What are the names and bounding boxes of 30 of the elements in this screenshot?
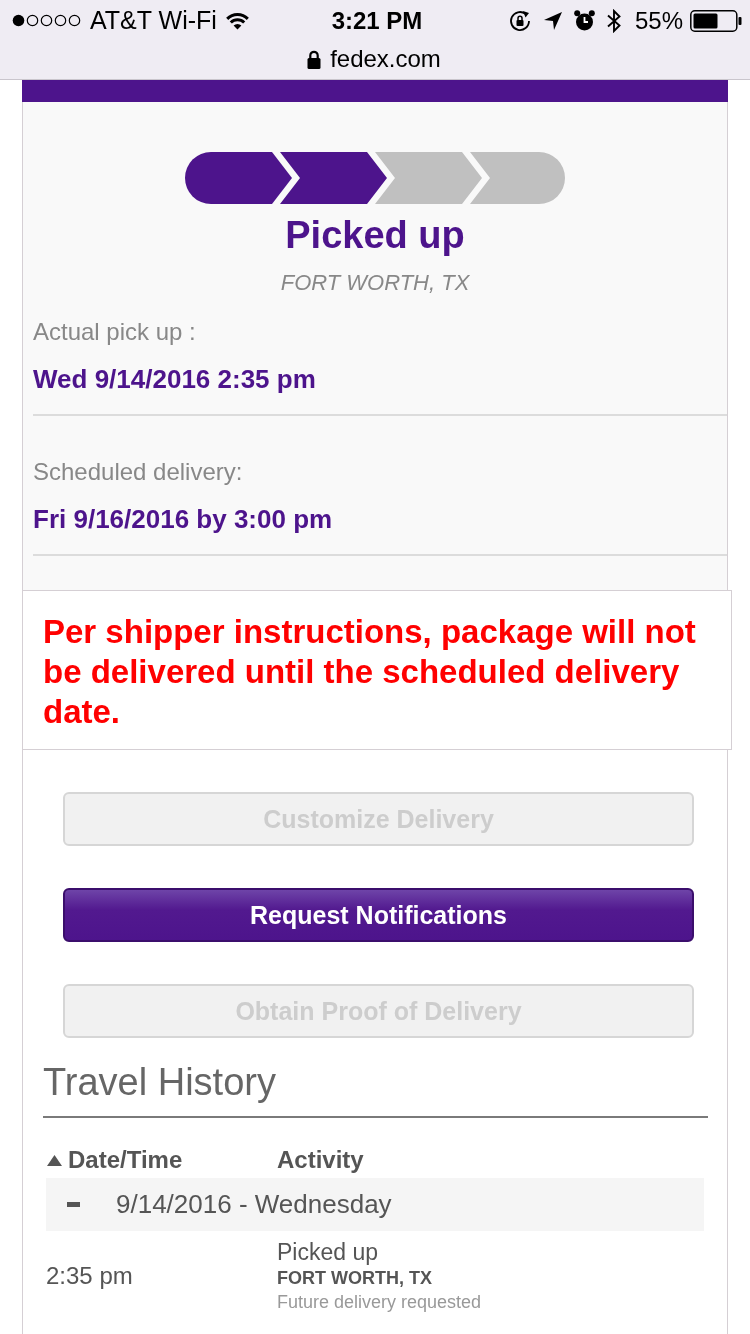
wifi-icon: [224, 11, 250, 30]
action-button[interactable]: Request Notifications: [63, 888, 694, 942]
date-label: Actual pick up :: [33, 318, 197, 346]
event-location: FORT WORTH, TX: [277, 1267, 432, 1289]
date-value: Fri 9/16/2016 by 3:00 pm: [33, 504, 334, 534]
date-value: Wed 9/14/2016 2:35 pm: [33, 364, 317, 394]
section-title: Travel History: [43, 1061, 708, 1118]
date-group-row[interactable]: 9/14/2016 - Wednesday: [46, 1178, 704, 1231]
shipment-status: Picked up: [284, 215, 466, 255]
event-time: 2:35 pm: [46, 1262, 133, 1290]
signal-strength-icon: [12, 14, 82, 27]
battery-icon: [690, 9, 742, 32]
bluetooth-icon: [606, 8, 621, 33]
lock-icon: [307, 49, 322, 69]
event-note: Future delivery requested: [277, 1291, 482, 1313]
carrier-name: AT&T Wi-Fi: [90, 6, 217, 35]
battery-percent: 55%: [634, 6, 683, 35]
group-date: 9/14/2016 - Wednesday: [116, 1189, 392, 1220]
notice-text: Per shipper instructions, package will not be delivered until the scheduled delivery date.: [43, 612, 697, 732]
rotation-lock-icon: [507, 8, 532, 33]
event-activity: Picked up: [277, 1239, 378, 1265]
clock-time: 3:21 PM: [331, 6, 423, 35]
column-header[interactable]: Date/Time: [46, 1147, 183, 1173]
alarm-clock-icon: [573, 10, 595, 31]
date-label: Scheduled delivery:: [33, 458, 244, 486]
shipment-location: FORT WORTH, TX: [279, 270, 471, 296]
column-header[interactable]: Activity: [277, 1147, 364, 1173]
sort-icon[interactable]: [47, 1154, 62, 1166]
location-arrow-icon: [543, 11, 562, 30]
url-text[interactable]: fedex.com: [330, 45, 441, 73]
